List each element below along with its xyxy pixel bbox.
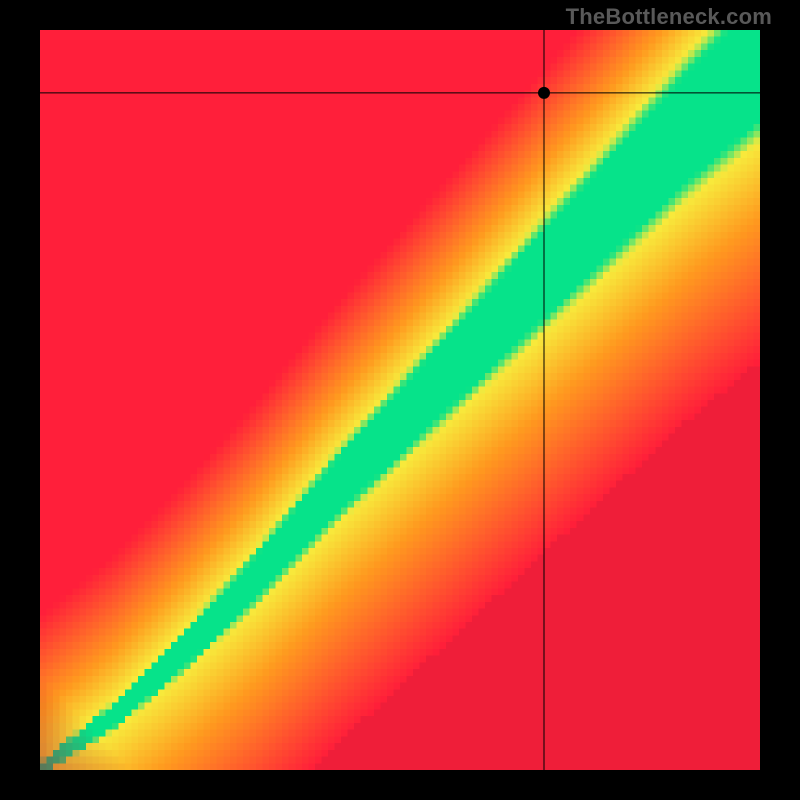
- chart-stage: TheBottleneck.com: [0, 0, 800, 800]
- overlay-svg: [40, 30, 760, 770]
- watermark-text: TheBottleneck.com: [566, 4, 772, 30]
- marker-dot: [538, 87, 550, 99]
- plot-area: [40, 30, 760, 770]
